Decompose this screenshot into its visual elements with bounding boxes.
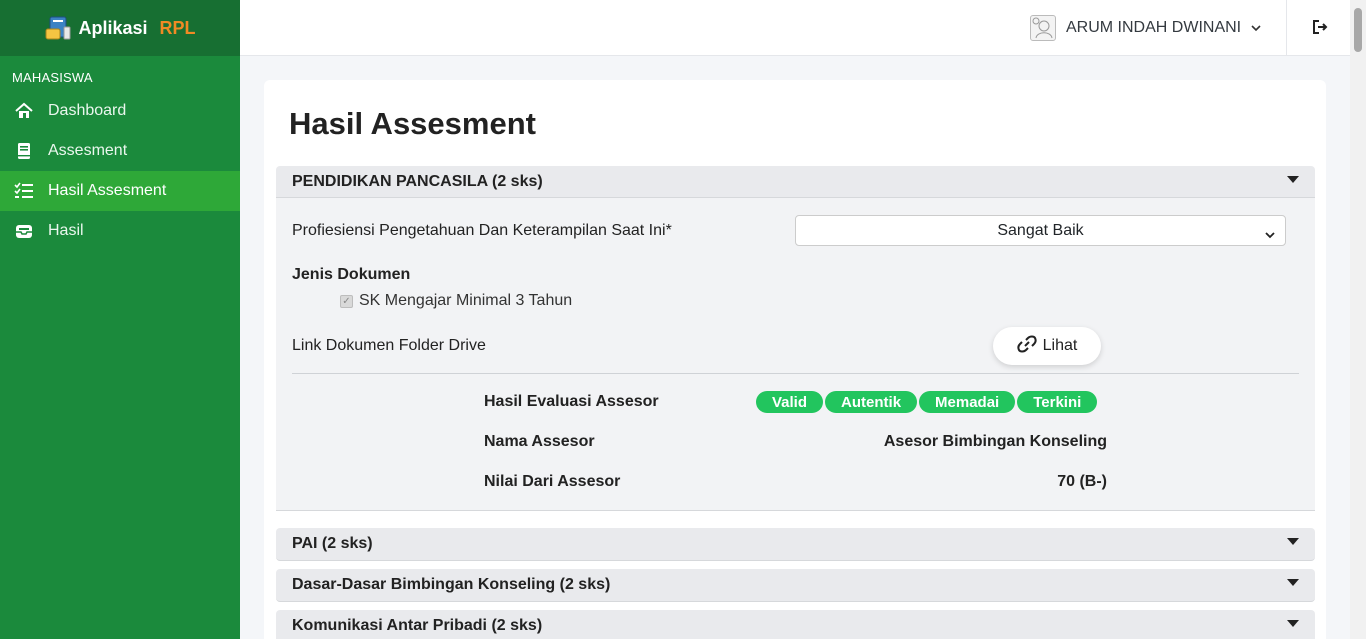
accordion-header[interactable]: PAI (2 sks) bbox=[276, 528, 1315, 561]
sidebar-section-label: MAHASISWA bbox=[12, 70, 93, 85]
scrollbar-thumb[interactable] bbox=[1354, 8, 1362, 52]
assessor-name: Asesor Bimbingan Konseling bbox=[883, 433, 1107, 450]
sidebar-item-dashboard[interactable]: Dashboard bbox=[0, 91, 240, 131]
app-logo-icon bbox=[44, 15, 72, 41]
course-title: PENDIDIKAN PANCASILA (2 sks) bbox=[292, 172, 543, 190]
main-card: Hasil Assesment PENDIDIKAN PANCASILA (2 … bbox=[264, 80, 1326, 639]
sidebar-item-label: Hasil Assesment bbox=[48, 182, 167, 199]
checkbox-checked-icon: ✓ bbox=[340, 294, 353, 308]
caret-down-icon bbox=[1287, 538, 1299, 545]
user-menu[interactable]: ARUM INDAH DWINANI bbox=[1030, 14, 1261, 42]
book-icon bbox=[14, 141, 34, 161]
status-badge: Terkini bbox=[1017, 391, 1098, 413]
eval-label: Hasil Evaluasi Assesor bbox=[484, 393, 659, 410]
eval-badges: Valid Autentik Memadai Terkini bbox=[756, 391, 1098, 413]
logout-button[interactable] bbox=[1310, 18, 1330, 38]
course-accordion: Dasar-Dasar Bimbingan Konseling (2 sks) bbox=[276, 569, 1315, 602]
sidebar-item-label: Dashboard bbox=[48, 102, 127, 119]
sidebar-item-assesment[interactable]: Assesment bbox=[0, 131, 240, 171]
course-title: Dasar-Dasar Bimbingan Konseling (2 sks) bbox=[292, 576, 611, 593]
page-title: Hasil Assesment bbox=[289, 106, 536, 141]
status-badge: Valid bbox=[756, 391, 824, 413]
doc-item-label: SK Mengajar Minimal 3 Tahun bbox=[359, 292, 573, 309]
doc-checkbox[interactable]: ✓ SK Mengajar Minimal 3 Tahun bbox=[340, 292, 572, 310]
caret-down-icon bbox=[1287, 176, 1299, 183]
accordion-header[interactable]: PENDIDIKAN PANCASILA (2 sks) bbox=[276, 166, 1315, 198]
course-title: Komunikasi Antar Pribadi (2 sks) bbox=[292, 617, 543, 634]
avatar bbox=[1030, 15, 1056, 41]
accordion-body: Profiesiensi Pengetahuan Dan Keterampila… bbox=[276, 198, 1315, 511]
user-name: ARUM INDAH DWINANI bbox=[1066, 19, 1242, 36]
list-check-icon bbox=[14, 181, 34, 201]
proficiency-value: Sangat Baik bbox=[997, 221, 1084, 239]
caret-down-icon bbox=[1287, 579, 1299, 586]
proficiency-label: Profiesiensi Pengetahuan Dan Keterampila… bbox=[292, 222, 672, 239]
section-divider bbox=[292, 373, 1299, 374]
brand-name: Aplikasi bbox=[78, 17, 148, 38]
course-accordion: PAI (2 sks) bbox=[276, 528, 1315, 561]
logout-icon bbox=[1310, 20, 1328, 40]
sidebar-item-hasil[interactable]: Hasil bbox=[0, 211, 240, 251]
chevron-down-icon bbox=[1265, 226, 1275, 244]
score-value: 70 (B-) bbox=[1057, 473, 1107, 490]
inbox-icon bbox=[14, 221, 34, 241]
sidebar-item-label: Assesment bbox=[48, 142, 128, 159]
sidebar: Aplikasi RPL MAHASISWA Dashboard Assesme… bbox=[0, 0, 240, 639]
brand[interactable]: Aplikasi RPL bbox=[0, 0, 240, 56]
sidebar-item-hasil-assesment[interactable]: Hasil Assesment bbox=[0, 171, 240, 211]
assessor-label: Nama Assesor bbox=[484, 433, 595, 450]
status-badge: Autentik bbox=[825, 391, 918, 413]
caret-down-icon bbox=[1287, 620, 1299, 627]
view-link-button[interactable]: Lihat bbox=[993, 327, 1101, 365]
score-label: Nilai Dari Assesor bbox=[484, 473, 621, 490]
course-accordion: PENDIDIKAN PANCASILA (2 sks) Profiesiens… bbox=[276, 166, 1315, 511]
course-accordion: Komunikasi Antar Pribadi (2 sks) bbox=[276, 610, 1315, 639]
proficiency-select[interactable]: Sangat Baik bbox=[795, 215, 1286, 246]
doc-type-label: Jenis Dokumen bbox=[292, 266, 411, 283]
accordion-header[interactable]: Komunikasi Antar Pribadi (2 sks) bbox=[276, 610, 1315, 639]
sidebar-item-label: Hasil bbox=[48, 222, 84, 239]
link-label: Link Dokumen Folder Drive bbox=[292, 337, 486, 354]
scrollbar[interactable] bbox=[1350, 0, 1366, 639]
view-link-label: Lihat bbox=[1042, 337, 1078, 354]
topbar-divider bbox=[1286, 0, 1287, 56]
topbar: ARUM INDAH DWINANI bbox=[240, 0, 1350, 56]
chevron-down-icon bbox=[1251, 19, 1261, 37]
status-badge: Memadai bbox=[919, 391, 1016, 413]
link-icon bbox=[1016, 335, 1037, 358]
home-icon bbox=[14, 101, 34, 121]
course-title: PAI (2 sks) bbox=[292, 535, 373, 552]
accordion-header[interactable]: Dasar-Dasar Bimbingan Konseling (2 sks) bbox=[276, 569, 1315, 602]
brand-accent: RPL bbox=[159, 17, 196, 38]
